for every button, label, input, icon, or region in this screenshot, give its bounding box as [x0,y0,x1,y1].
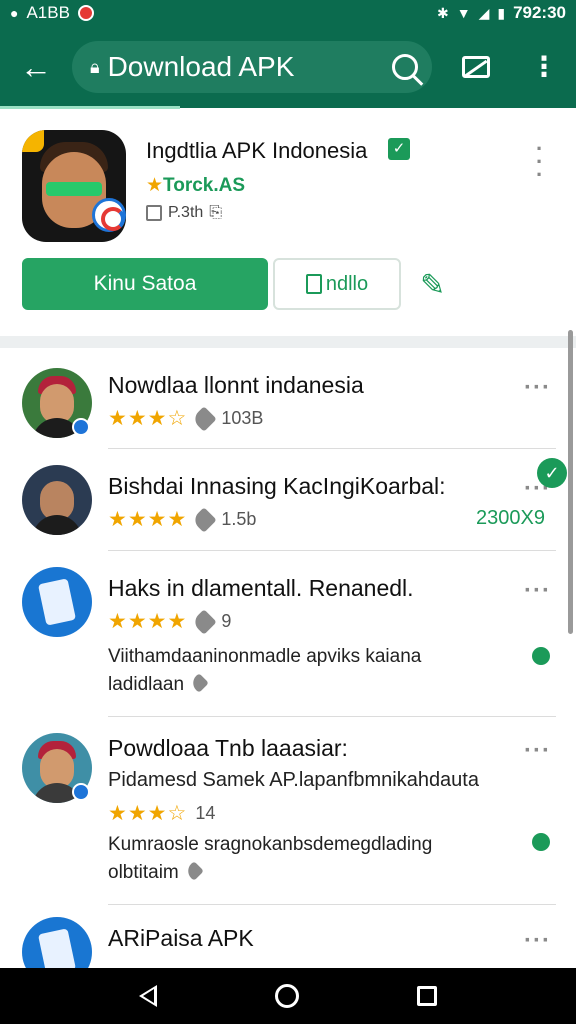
wifi-icon: ▼ [456,5,471,21]
star-icon: ★ [146,175,164,196]
tag-icon [191,405,218,432]
browser-toolbar: ← 🔒︎ Download APK ⋮ [0,26,576,108]
lock-icon: 🔒︎ [90,56,100,77]
status-time: 792:30 [513,3,566,22]
item-description: Viithamdaaninonmadle apviks kaiana ladid… [108,646,422,695]
share-icon: ⎘ [209,204,223,221]
app-meta: P.3th ⎘ [146,204,222,222]
item-title: Powdloaa Tnb laaasiar: [108,735,348,761]
signal-icon: ◢ [478,4,490,21]
app-developer[interactable]: ★Torck.AS [146,174,245,197]
bluetooth-icon: ✱ [436,4,449,21]
item-rating: ★★★★ 1.5b [108,506,257,533]
rating-stars: ★★★☆ [108,802,188,825]
checkbox-icon [146,205,162,221]
nav-back-icon[interactable] [139,985,157,1007]
item-more-icon[interactable]: ··· [524,927,551,955]
status-left-text: A1BB [26,3,70,22]
url-text: Download APK [107,51,295,82]
app-title: Ingdtlia APK Indonesia [146,138,368,163]
app-header-card: Ingdtlia APK Indonesia ✓ ★Torck.AS P.3th… [0,112,576,338]
back-arrow-icon[interactable]: ← [0,26,72,108]
browser-badge-icon [92,198,126,232]
item-title: Bishdai Innasing KacIngiKoarbal: [108,473,446,499]
verified-badge-icon [72,418,90,436]
address-bar[interactable]: 🔒︎ Download APK [72,41,432,93]
item-description: Kumraosle sragnokanbsdemegdlading olbtit… [108,834,433,883]
verified-check-icon: ✓ [388,138,410,160]
item-title: ARiPaisa APK [108,925,254,951]
tag-icon [191,506,218,533]
rating-stars: ★★★★ [108,508,188,531]
list-item[interactable]: Haks in dlamentall. Renanedl. ★★★★ 9 Vii… [0,551,576,715]
sunglasses-icon [46,182,102,196]
scrollbar[interactable] [568,330,573,634]
battery-icon: ▮ [497,4,506,21]
verified-badge-icon [72,783,90,801]
avatar [22,465,92,535]
app-phone-icon [22,567,92,637]
list-item[interactable]: Nowdlaa llonnt indanesia ★★★☆ 103B ··· [0,348,576,448]
edit-pen-icon[interactable]: ✎ [420,268,456,304]
item-rating: ★★★☆ 103B [108,405,264,432]
more-vert-icon[interactable]: ⋮ [530,53,558,81]
item-rating: ★★★☆ 14 [108,802,216,825]
tag-icon [191,608,218,635]
search-icon[interactable] [392,54,418,80]
tag-icon [183,861,204,881]
cast-icon[interactable] [462,56,490,78]
nav-recents-icon[interactable] [417,986,437,1006]
install-button[interactable]: Kinu Satoa [22,258,268,310]
list-item[interactable]: Bishdai Innasing KacIngiKoarbal: ★★★★ 1.… [0,449,576,551]
page-load-progress [0,106,180,109]
list-item[interactable]: ARiPaisa APK ··· [0,905,576,987]
app-notification-icon [77,5,94,21]
item-more-icon[interactable]: ··· [524,374,551,402]
document-icon [305,274,322,294]
download-count: 2300X9 [476,507,545,529]
nav-home-icon[interactable] [275,984,299,1008]
app-more-icon[interactable]: · · · [536,138,543,186]
status-dot-icon [532,833,550,851]
item-more-icon[interactable]: ··· [524,577,551,605]
item-more-icon[interactable]: ··· [524,737,551,765]
status-bar: ● A1BB ✱ ▼ ◢ ▮ 792:30 [0,0,576,26]
section-divider [0,336,576,348]
rating-stars: ★★★☆ [108,407,188,430]
item-subtitle: Pidamesd Samek AP.lapanfbmnikahdauta [108,769,479,791]
badge-icon [22,130,44,152]
details-button[interactable]: ndllo [273,258,401,310]
tag-icon [189,673,209,693]
rating-stars: ★★★★ [108,610,188,633]
item-rating: ★★★★ 9 [108,608,232,635]
item-title: Haks in dlamentall. Renanedl. [108,575,414,601]
list-item[interactable]: Powdloaa Tnb laaasiar: Pidamesd Samek AP… [0,717,576,903]
installed-check-icon: ✓ [537,458,567,488]
status-dot-icon [532,647,550,665]
notification-icon: ● [10,5,19,21]
item-title: Nowdlaa llonnt indanesia [108,372,364,398]
system-nav-bar [0,968,576,1024]
